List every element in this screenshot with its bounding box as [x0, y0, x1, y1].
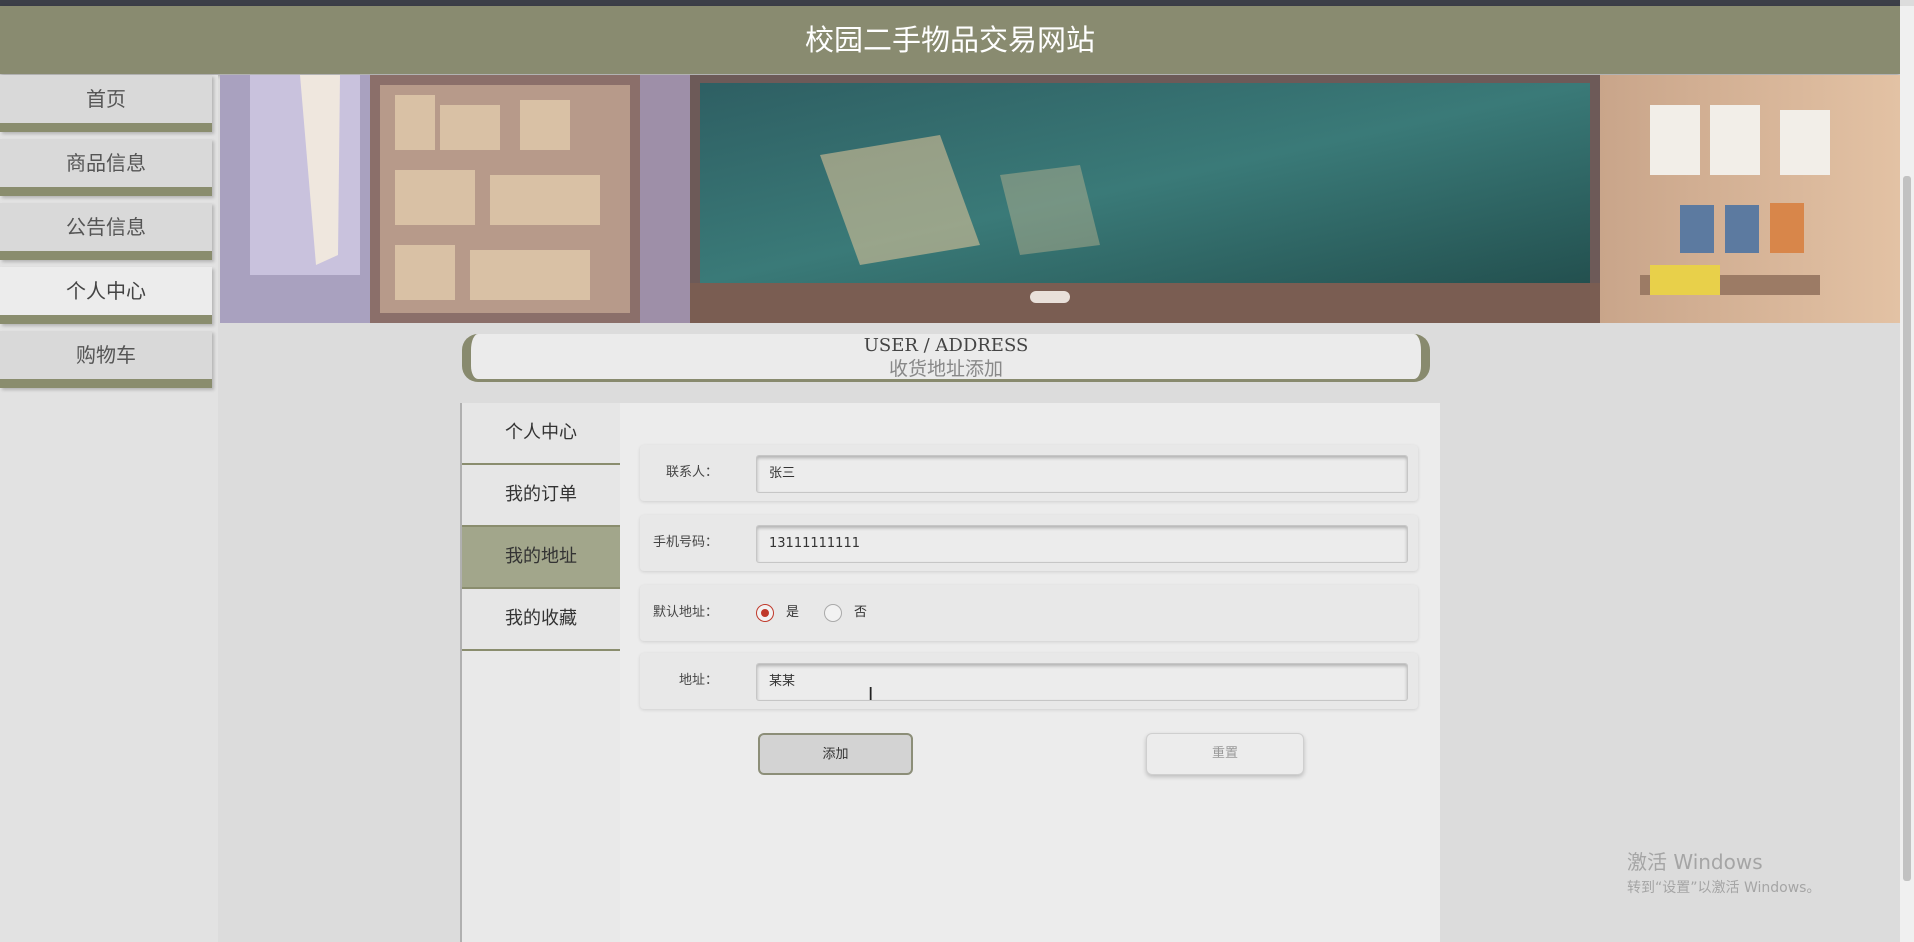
form-row-default-address: 默认地址： 是 否 [640, 585, 1418, 641]
nav-item-products[interactable]: 商品信息 [0, 139, 212, 196]
nav-item-cart[interactable]: 购物车 [0, 331, 212, 388]
watermark-line1: 激活 Windows [1627, 850, 1763, 874]
subnav-item-favorites[interactable]: 我的收藏 [462, 589, 620, 651]
text-cursor-icon: I [868, 684, 874, 705]
page-scrollbar[interactable] [1900, 6, 1914, 942]
phone-input[interactable]: 13111111111 [756, 525, 1408, 563]
page-title-box: USER / ADDRESS 收货地址添加 [462, 334, 1430, 382]
nav-item-user-center[interactable]: 个人中心 [0, 267, 212, 324]
windows-activation-watermark: 激活 Windows 转到“设置”以激活 Windows。 [1627, 846, 1820, 897]
contact-label: 联系人： [665, 465, 718, 480]
radio-yes[interactable] [756, 604, 774, 622]
radio-no[interactable] [824, 604, 842, 622]
watermark-line2: 转到“设置”以激活 Windows。 [1627, 880, 1821, 896]
phone-label: 手机号码： [652, 535, 718, 550]
site-title: 校园二手物品交易网站 [0, 6, 1900, 74]
form-row-address: 地址： 某某 [640, 653, 1418, 709]
radio-yes-label[interactable]: 是 [786, 585, 799, 641]
subnav-item-address[interactable]: 我的地址 [462, 527, 620, 589]
user-subnav: 个人中心 我的订单 我的地址 我的收藏 [460, 403, 620, 942]
scrollbar-thumb[interactable] [1903, 176, 1911, 881]
page-title-en: USER / ADDRESS [863, 335, 1029, 356]
nav-item-notices[interactable]: 公告信息 [0, 203, 212, 260]
form-row-contact: 联系人： 张三 [640, 445, 1418, 501]
contact-input[interactable]: 张三 [756, 455, 1408, 493]
radio-no-label[interactable]: 否 [854, 585, 867, 641]
subnav-item-user-center[interactable]: 个人中心 [462, 403, 620, 465]
page-title-cn: 收货地址添加 [888, 358, 1003, 380]
sidebar: 首页 商品信息 公告信息 个人中心 购物车 [0, 75, 218, 942]
form-row-phone: 手机号码： 13111111111 [640, 515, 1418, 571]
default-address-label: 默认地址： [652, 605, 718, 620]
add-button[interactable]: 添加 [758, 733, 913, 775]
address-label: 地址： [678, 673, 718, 688]
banner-image [220, 75, 1900, 323]
reset-button[interactable]: 重置 [1146, 733, 1304, 775]
subnav-item-orders[interactable]: 我的订单 [462, 465, 620, 527]
nav-item-home[interactable]: 首页 [0, 75, 212, 132]
address-input[interactable]: 某某 [756, 663, 1408, 701]
